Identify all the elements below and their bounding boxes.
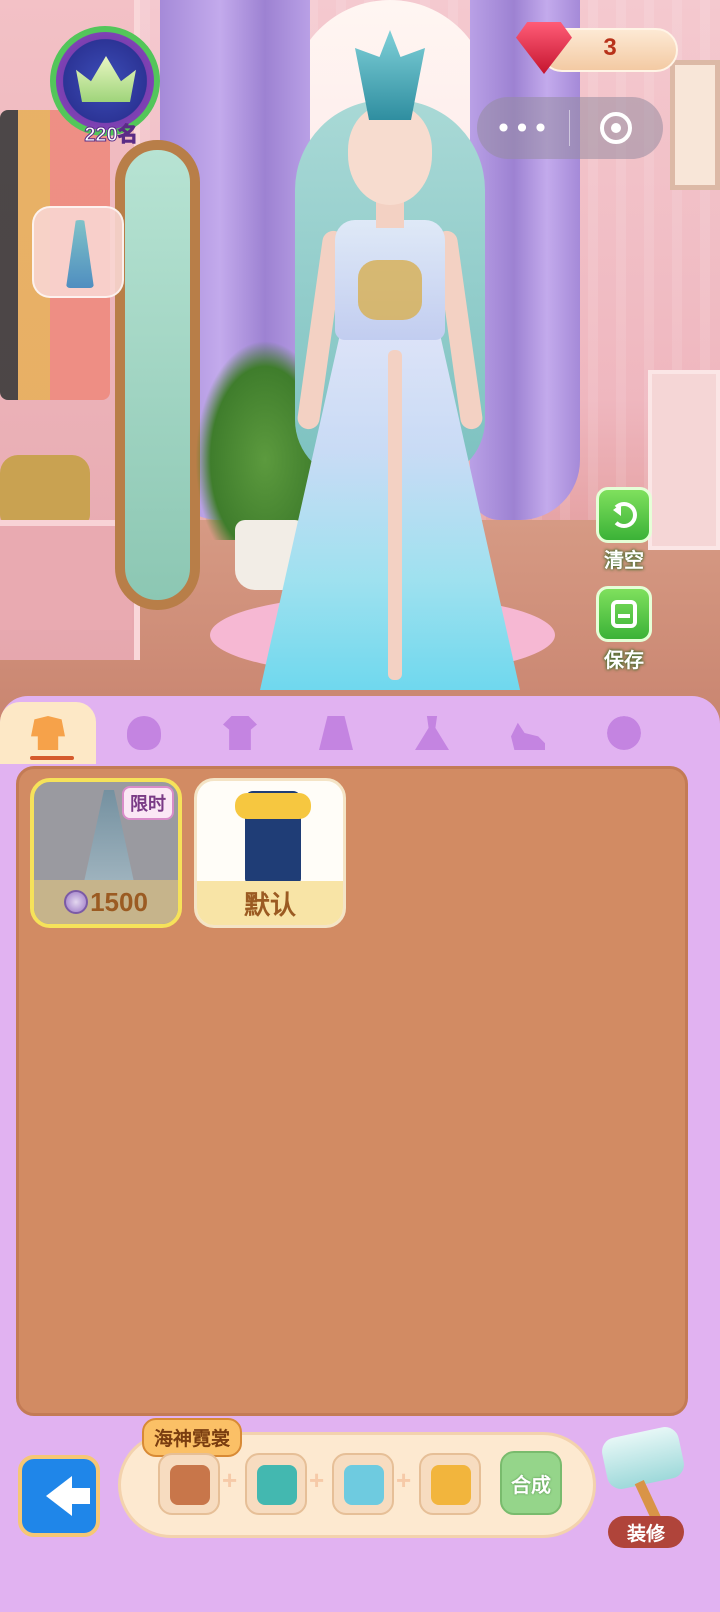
accessory-icon: [607, 716, 641, 750]
character-head: [348, 105, 432, 205]
outfit-thumbnail-figure: [66, 220, 94, 288]
rank-badge[interactable]: 220名: [50, 26, 160, 147]
thread-spool-icon: [431, 1465, 471, 1505]
shirt-preview: [235, 793, 311, 819]
shirt-icon: [223, 716, 257, 750]
item-price: 1500: [90, 886, 148, 917]
handbag: [0, 455, 90, 525]
clear-label: 清空: [604, 548, 644, 572]
synthesize-button[interactable]: 合成: [500, 1451, 562, 1515]
mini-program-capsule: •••: [477, 97, 663, 159]
outfit-icon: [31, 716, 65, 750]
sewing-machine-icon: [344, 1465, 384, 1505]
skirt-icon: [319, 716, 353, 750]
coin-icon: [64, 890, 89, 914]
plus-sign: +: [222, 1465, 238, 1495]
rank-label: 220名: [84, 124, 138, 147]
category-tabs: [0, 702, 720, 764]
crown-icon: [76, 56, 136, 102]
tab-dress[interactable]: [384, 702, 480, 764]
undo-icon: [611, 502, 637, 528]
active-tab-indicator: [30, 756, 74, 760]
close-miniprogram-button[interactable]: [570, 97, 662, 159]
tab-hair[interactable]: [96, 702, 192, 764]
decorate-label: 装修: [608, 1516, 684, 1548]
plus-sign: +: [309, 1465, 325, 1495]
ingredient-slot-1[interactable]: [158, 1453, 220, 1515]
gem-count: 3: [603, 34, 617, 61]
save-label: 保存: [604, 648, 644, 672]
high-heel-icon: [511, 722, 545, 750]
item-default-label: 默认: [197, 881, 343, 925]
ingredient-slot-3[interactable]: [332, 1453, 394, 1515]
save-button[interactable]: [596, 586, 652, 642]
wardrobe-drawer: [0, 520, 132, 630]
target-icon: [600, 112, 632, 144]
limited-tag: 限时: [122, 786, 174, 820]
hair-icon: [127, 716, 161, 750]
more-options-button[interactable]: •••: [477, 97, 569, 159]
tab-bottom[interactable]: [288, 702, 384, 764]
save-icon: [611, 600, 637, 628]
ingredient-slot-4[interactable]: [419, 1453, 481, 1515]
character-gold-sash: [358, 260, 422, 320]
item-card-limited[interactable]: 限时 1500: [30, 778, 182, 928]
bag-icon: [170, 1465, 210, 1505]
character-leg: [388, 350, 402, 680]
tab-top[interactable]: [192, 702, 288, 764]
side-cabinet: [648, 370, 720, 550]
clear-button[interactable]: [596, 487, 652, 543]
ingredient-slot-2[interactable]: [245, 1453, 307, 1515]
fabric-icon: [257, 1465, 297, 1505]
decorate-button[interactable]: 装修: [599, 1424, 696, 1548]
tab-suit[interactable]: [0, 702, 96, 764]
plus-sign: +: [396, 1465, 412, 1495]
outfit-preview-thumbnail[interactable]: [32, 206, 124, 298]
back-arrow-icon: [46, 1476, 90, 1516]
item-price-row: 1500: [34, 880, 178, 924]
back-button[interactable]: [18, 1455, 100, 1537]
item-card-default[interactable]: 默认: [194, 778, 346, 928]
dress-icon: [415, 716, 449, 750]
picture-frame: [670, 60, 720, 190]
recipe-title: 海神霓裳: [142, 1418, 243, 1457]
standing-mirror: [115, 140, 200, 610]
tab-shoes[interactable]: [480, 702, 576, 764]
tab-accessory[interactable]: [576, 702, 672, 764]
